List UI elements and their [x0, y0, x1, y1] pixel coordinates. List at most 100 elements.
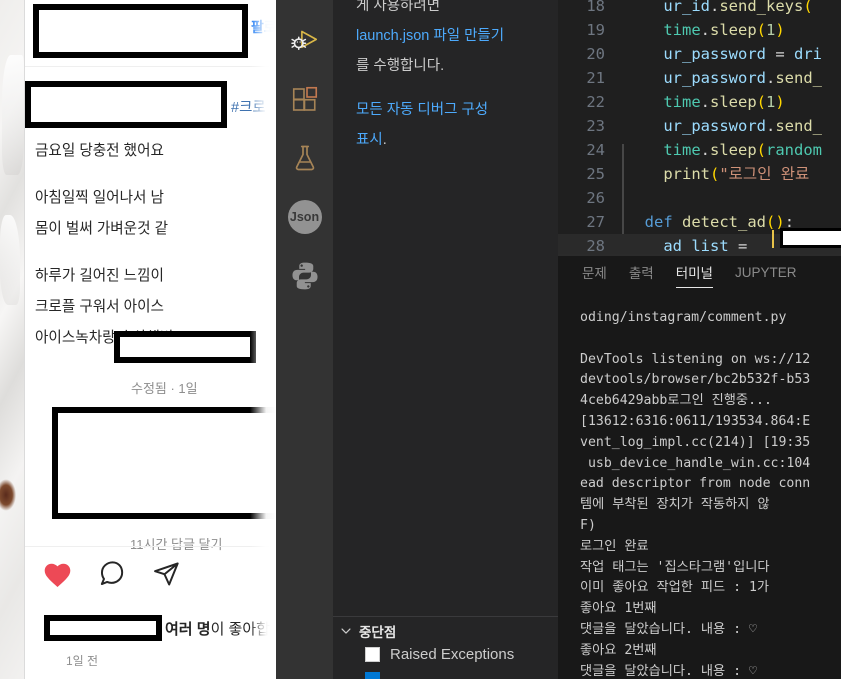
post-timestamp: 1일 전 [66, 654, 99, 668]
raised-exceptions-checkbox[interactable] [365, 647, 380, 662]
breakpoints-title: 중단점 [359, 625, 397, 640]
debug-text-spacer [356, 81, 556, 95]
caption-edited-meta: 수정됨 · 1일 [131, 381, 198, 396]
terminal-line: F) [580, 517, 596, 533]
likes-count-label: 여러 명 [165, 621, 211, 638]
actions-divider [25, 546, 276, 547]
panel-tab-JUPYTER[interactable]: JUPYTER [735, 265, 797, 286]
comment-meta[interactable]: 11시간 답글 달기 [130, 534, 222, 553]
instagram-card: 팔로 #크로 금요일 당충전 했어요 아침일찍 일어나서 남 몸이 벌써 가벼운… [24, 0, 276, 679]
like-icon[interactable] [43, 561, 72, 588]
terminal-line: 이미 좋아요 작업한 피드 : 1가 [580, 580, 770, 596]
app-root: 팔로 #크로 금요일 당충전 했어요 아침일찍 일어나서 남 몸이 벌써 가벼운… [0, 0, 841, 679]
editor-line[interactable]: 25 print("로그인 완료 [558, 162, 841, 186]
code-editor[interactable]: 18 ur_id.send_keys(19 time.sleep(1) 20 ur… [558, 0, 841, 256]
line-code: ur_password = dri [663, 45, 822, 63]
breakpoints-section-header[interactable]: 중단점 [339, 621, 396, 641]
likes-text[interactable]: 여러 명이 좋아합 [165, 618, 270, 639]
editor-line[interactable]: 26 [558, 186, 841, 210]
python-icon[interactable] [276, 246, 333, 305]
redacted-code-value [780, 228, 841, 248]
bottom-panel: 문제 출력 터미널 JUPYTER oding/instagram/comment.p… [558, 256, 841, 679]
caption-line: 금요일 당충전 했어요 [35, 143, 164, 159]
debug-intro-tail: 를 수행합니다. [356, 58, 445, 74]
redacted-caption-block [25, 81, 227, 128]
line-number: 20 [586, 45, 605, 63]
likes-suffix: 이 좋아합 [210, 621, 270, 638]
line-code: ad_list = [663, 237, 757, 255]
post-photo [0, 0, 24, 679]
caption-line: 몸이 벌써 가벼운것 같 [35, 221, 169, 237]
terminal-line: [13612:6316:0611/193534.864:E [580, 413, 811, 429]
caption-line: 아침일찍 일어나서 남 [35, 190, 164, 206]
run-and-debug-icon[interactable] [276, 10, 333, 69]
line-number: 26 [586, 189, 605, 207]
show-all-debug-configs-link-line2[interactable]: 표시 [356, 132, 383, 148]
raised-exceptions-label: Raised Exceptions [390, 646, 515, 663]
panel-tab-출력[interactable]: 출력 [629, 262, 654, 288]
line-number: 24 [586, 141, 605, 159]
caption-line: 하루가 길어진 느낌이 [35, 268, 164, 284]
follow-button[interactable]: 팔로 [251, 17, 276, 37]
editor-line[interactable]: 20 ur_password = dri [558, 42, 841, 66]
create-launch-json-link[interactable]: launch.json 파일 만들기 [356, 28, 504, 44]
line-code: def detect_ad(): [644, 213, 795, 231]
redacted-comment-block [52, 407, 276, 519]
breakpoints-divider [333, 616, 558, 617]
panel-tab-bar: 문제 출력 터미널 JUPYTER [558, 256, 841, 294]
terminal-line: usb_device_handle_win.cc:104 [580, 455, 811, 471]
json-icon[interactable]: Json [276, 187, 333, 246]
instagram-post-pane: 팔로 #크로 금요일 당충전 했어요 아침일찍 일어나서 남 몸이 벌써 가벼운… [0, 0, 276, 679]
show-all-debug-configs-link-line1[interactable]: 모든 자동 디버그 구성 [356, 102, 488, 118]
editor-line[interactable]: 24 time.sleep(random [558, 138, 841, 162]
caption-hashtag[interactable]: #크로 [231, 96, 266, 117]
line-code: ur_id.send_keys( [663, 0, 813, 15]
editor-line[interactable]: 19 time.sleep(1) [558, 18, 841, 42]
run-and-debug-sidebar: 게 사용하려면 launch.json 파일 만들기 를 수행합니다. 모든 자… [333, 0, 558, 679]
editor-line[interactable]: 21 ur_password.send_ [558, 66, 841, 90]
panel-tab-문제[interactable]: 문제 [582, 262, 607, 288]
terminal-output[interactable]: oding/instagram/comment.py DevTools list… [580, 308, 841, 679]
debug-welcome-text: 게 사용하려면 launch.json 파일 만들기 를 수행합니다. 모든 자… [356, 0, 556, 155]
post-actions [43, 560, 180, 588]
terminal-line: 로그인 완료 [580, 538, 649, 554]
editor-line[interactable]: 23 ur_password.send_ [558, 114, 841, 138]
redacted-liker-username [44, 615, 162, 641]
line-number: 28 [586, 237, 605, 255]
line-code: ur_password.send_ [663, 69, 822, 87]
terminal-line: 댓글을 달았습니다. 내용 : ♡ [580, 621, 757, 637]
share-icon[interactable] [152, 560, 180, 588]
breakpoint-raised-exceptions[interactable]: Raised Exceptions [365, 646, 514, 663]
redacted-username-block [33, 4, 248, 58]
caption-body: 금요일 당충전 했어요 아침일찍 일어나서 남 몸이 벌써 가벼운것 같 하루가… [35, 136, 276, 354]
terminal-line: 4ceb6429abb로그인 진행중... [580, 393, 772, 409]
editor-line[interactable]: 22 time.sleep(1) [558, 90, 841, 114]
terminal-line: devtools/browser/bc2b532f-b53 [580, 372, 811, 388]
extensions-icon[interactable] [276, 69, 333, 128]
line-number: 19 [586, 21, 605, 39]
terminal-line: 템에 부착된 장치가 작동하지 않 [580, 497, 770, 513]
testing-flask-icon[interactable] [276, 128, 333, 187]
line-number: 22 [586, 93, 605, 111]
activity-bar: Json [276, 0, 333, 679]
comment-icon[interactable] [98, 560, 126, 588]
terminal-line: 댓글을 달았습니다. 내용 : ♡ [580, 663, 757, 679]
panel-tab-터미널[interactable]: 터미널 [675, 262, 714, 288]
line-code: ur_password.send_ [663, 117, 822, 135]
header-divider [25, 66, 276, 67]
redacted-tag-block [114, 331, 256, 363]
text-caret [772, 230, 774, 248]
line-code: print("로그인 완료 [663, 165, 810, 183]
terminal-line: 좋아요 1번째 [580, 601, 657, 617]
line-number: 18 [586, 0, 605, 15]
breakpoint-uncaught-exceptions[interactable] [365, 672, 380, 679]
post-header-row: 팔로 [25, 0, 276, 62]
uncaught-exceptions-checkbox[interactable] [365, 672, 380, 679]
line-code: time.sleep(random [663, 141, 823, 159]
json-badge-label: Json [287, 199, 322, 234]
terminal-line: 좋아요 2번째 [580, 642, 657, 658]
editor-line[interactable]: 18 ur_id.send_keys( [558, 0, 841, 18]
